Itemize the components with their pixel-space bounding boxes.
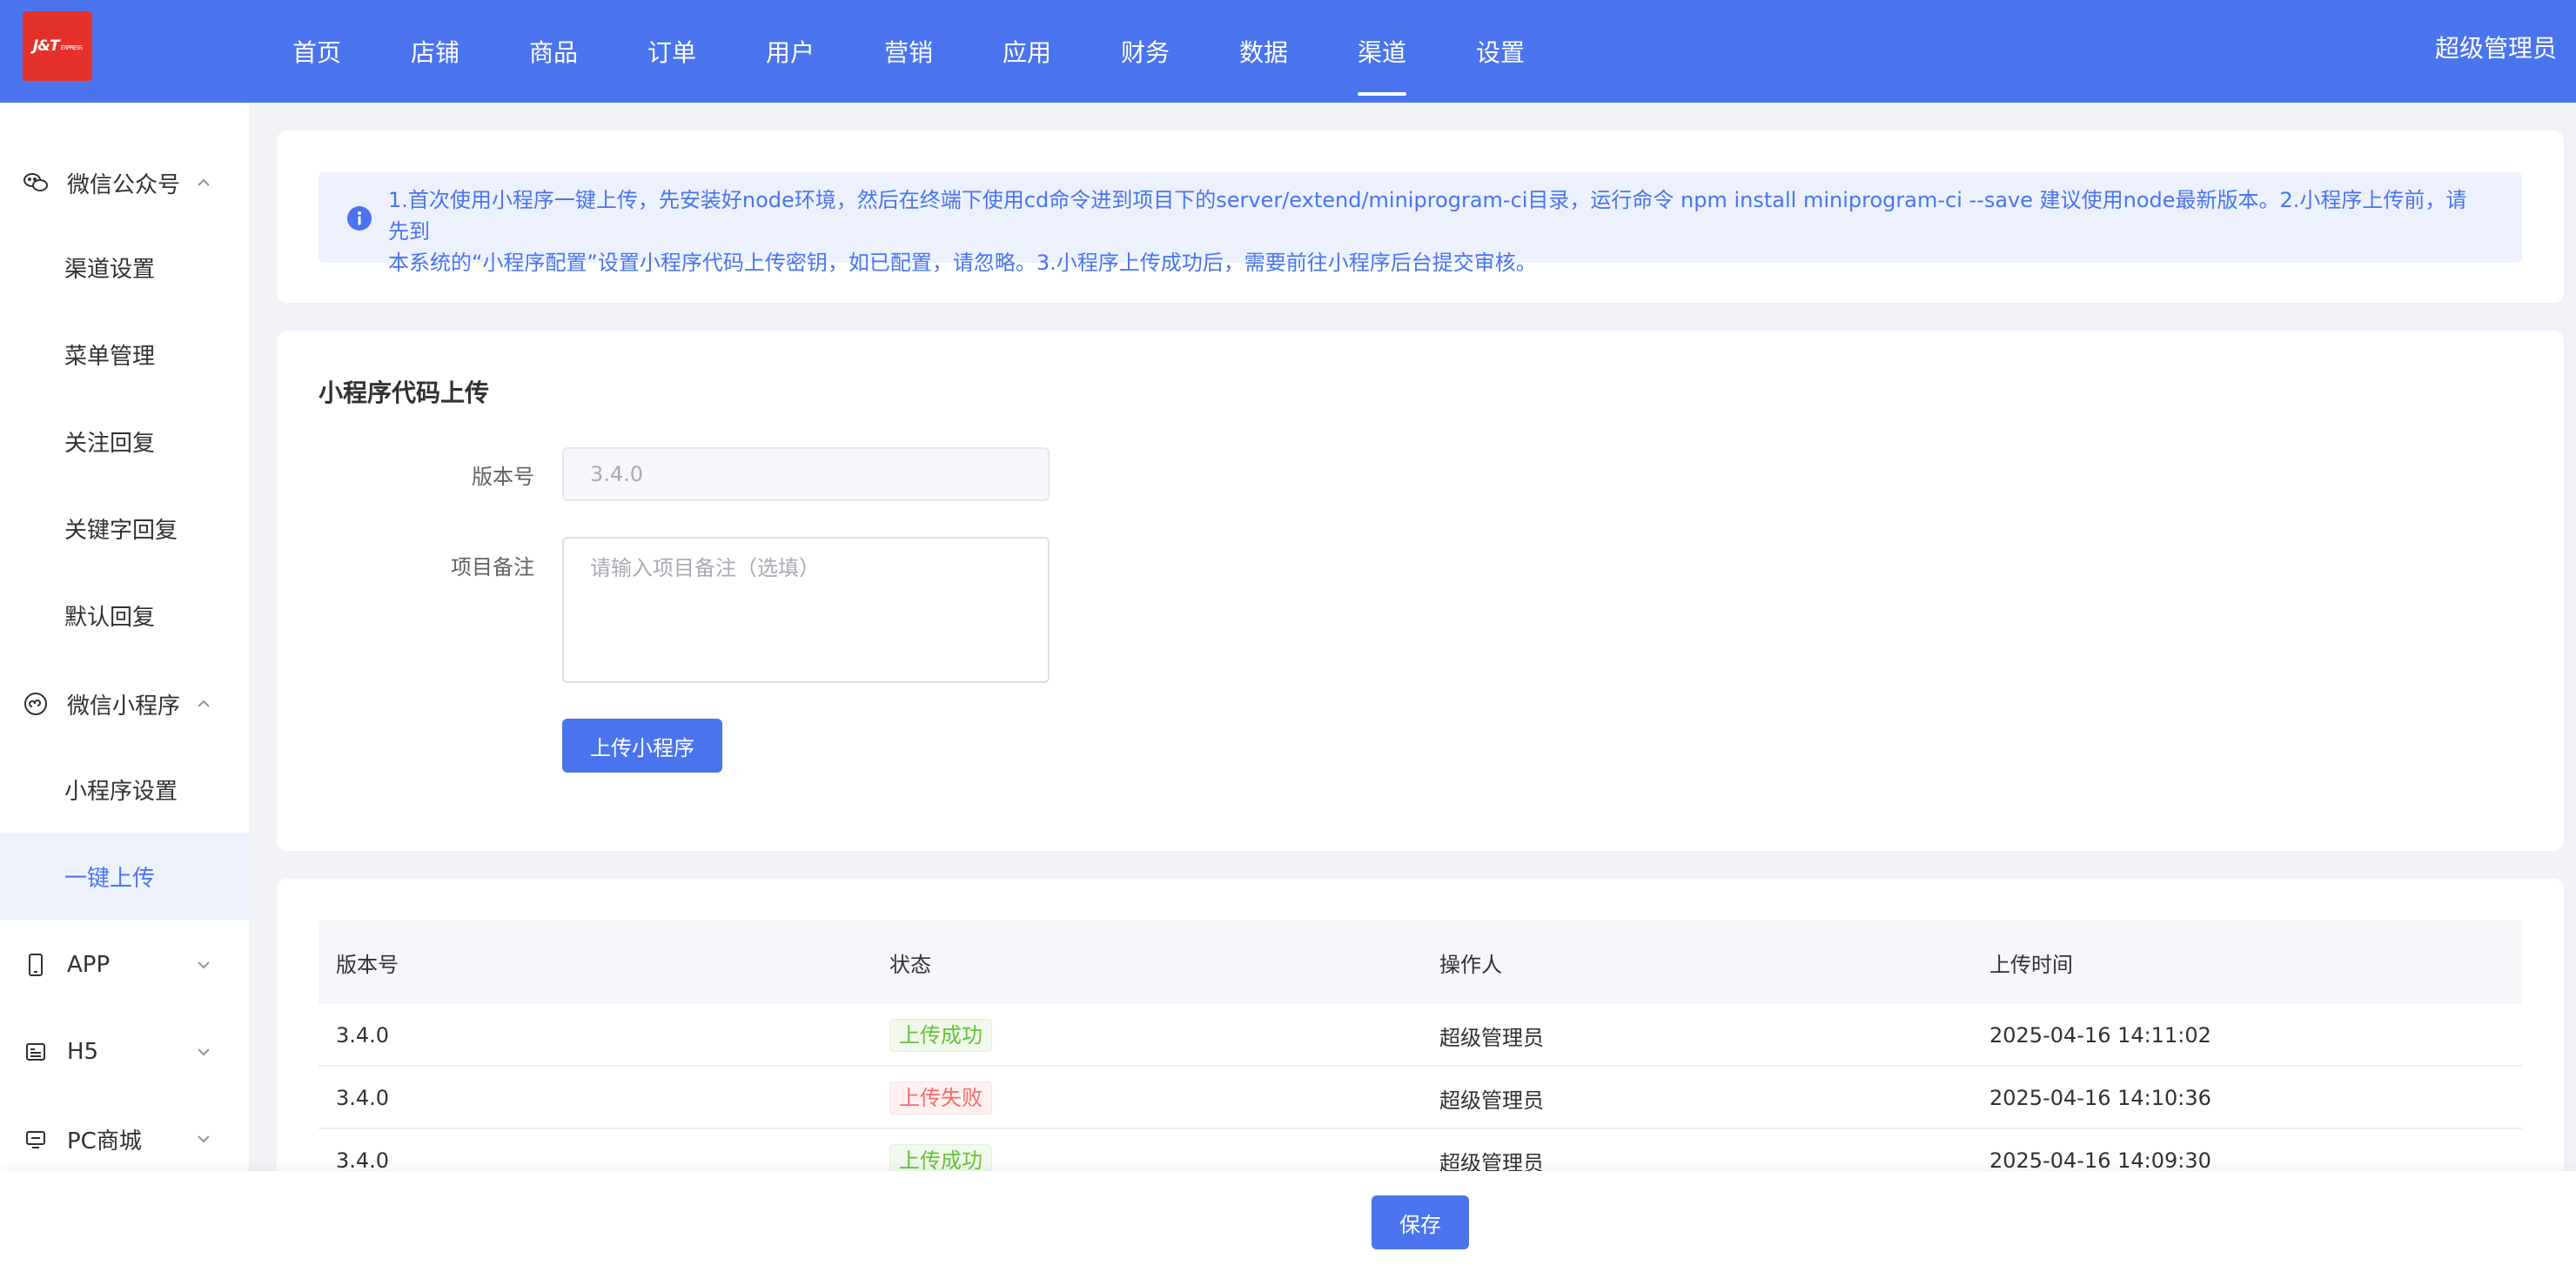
sidebar-group-label: 微信公众号 xyxy=(67,171,181,198)
wechat-icon xyxy=(23,170,49,196)
sidebar-group-wechat-mini[interactable]: 微信小程序 xyxy=(0,660,249,747)
sidebar-group-label: H5 xyxy=(67,1039,99,1065)
sidebar-group-pc[interactable]: PC商城 xyxy=(0,1095,249,1171)
save-button[interactable]: 保存 xyxy=(1372,1195,1469,1249)
info-alert-line: 1.首次使用小程序一键上传，先安装好node环境，然后在终端下使用cd命令进到项… xyxy=(388,188,2467,244)
column-status: 状态 xyxy=(889,952,931,977)
main-nav: 首页 店铺 商品 订单 用户 营销 应用 财务 数据 渠道 设置 xyxy=(258,0,1560,103)
nav-settings[interactable]: 设置 xyxy=(1441,0,1560,103)
nav-products[interactable]: 商品 xyxy=(494,0,613,103)
tablet-icon xyxy=(23,952,49,978)
column-operator: 操作人 xyxy=(1439,952,1502,977)
sidebar-group-label: 微信小程序 xyxy=(67,693,181,720)
info-alert-line: 本系统的“小程序配置”设置小程序代码上传密钥，如已配置，请忽略。3.小程序上传成… xyxy=(388,251,1537,275)
status-badge: 上传成功 xyxy=(889,1019,992,1052)
sidebar-group-label: PC商城 xyxy=(67,1128,142,1155)
monitor-icon xyxy=(23,1126,49,1152)
nav-finance[interactable]: 财务 xyxy=(1086,0,1204,103)
user-menu[interactable]: 超级管理员 xyxy=(2435,0,2557,94)
version-label: 版本号 xyxy=(472,465,534,489)
chevron-up-icon xyxy=(193,693,214,714)
cell-operator: 超级管理员 xyxy=(1439,1088,1544,1113)
nav-apps[interactable]: 应用 xyxy=(968,0,1086,103)
nav-orders[interactable]: 订单 xyxy=(613,0,731,103)
cell-time: 2025-04-16 14:11:02 xyxy=(1989,1023,2211,1048)
remark-label: 项目备注 xyxy=(451,555,534,579)
nav-users[interactable]: 用户 xyxy=(731,0,849,103)
table-row: 3.4.0 上传成功 超级管理员 2025-04-16 14:11:02 xyxy=(319,1004,2522,1067)
info-alert-text: 1.首次使用小程序一键上传，先安装好node环境，然后在终端下使用cd命令进到项… xyxy=(388,184,2477,278)
sidebar-group-h5[interactable]: H5 xyxy=(0,1008,249,1095)
upload-miniprogram-button[interactable]: 上传小程序 xyxy=(562,719,722,773)
chevron-down-icon xyxy=(193,954,214,975)
nav-marketing[interactable]: 营销 xyxy=(849,0,968,103)
sidebar-item-keyword-reply[interactable]: 关键字回复 xyxy=(0,485,249,572)
status-badge: 上传失败 xyxy=(889,1081,992,1115)
h5-icon xyxy=(23,1039,49,1065)
chevron-up-icon xyxy=(193,172,214,193)
logo-subtext: EXPRESS xyxy=(60,44,84,51)
info-icon xyxy=(346,205,372,231)
section-title: 小程序代码上传 xyxy=(319,378,490,407)
table-header: 版本号 状态 操作人 上传时间 xyxy=(319,921,2522,1004)
sidebar-item-mini-settings[interactable]: 小程序设置 xyxy=(0,746,249,833)
column-upload-time: 上传时间 xyxy=(1989,952,2073,977)
chevron-down-icon xyxy=(193,1041,214,1062)
cell-operator: 超级管理员 xyxy=(1439,1025,1544,1050)
sidebar-group-wechat-oa[interactable]: 微信公众号 xyxy=(0,139,249,226)
sidebar-group-label: APP xyxy=(67,952,111,978)
sidebar-item-one-click-upload[interactable]: 一键上传 xyxy=(0,833,249,920)
logo-text: J&T xyxy=(32,37,60,55)
sidebar: 微信公众号 渠道设置 菜单管理 关注回复 关键字回复 默认回复 微信小程序 小程… xyxy=(0,103,249,1171)
remark-textarea[interactable] xyxy=(562,537,1050,683)
cell-version: 3.4.0 xyxy=(336,1023,390,1048)
top-header: J&T EXPRESS 首页 店铺 商品 订单 用户 营销 应用 财务 数据 渠道… xyxy=(0,0,2576,103)
nav-store[interactable]: 店铺 xyxy=(376,0,494,103)
sidebar-item-channel-settings[interactable]: 渠道设置 xyxy=(0,224,249,311)
jt-logo[interactable]: J&T EXPRESS xyxy=(23,11,92,81)
nav-data[interactable]: 数据 xyxy=(1204,0,1323,103)
version-input[interactable]: 3.4.0 xyxy=(562,447,1050,501)
chevron-down-icon xyxy=(193,1128,214,1149)
sidebar-item-menu-management[interactable]: 菜单管理 xyxy=(0,311,249,398)
nav-home[interactable]: 首页 xyxy=(258,0,376,103)
sidebar-item-default-reply[interactable]: 默认回复 xyxy=(0,572,249,659)
info-alert: 1.首次使用小程序一键上传，先安装好node环境，然后在终端下使用cd命令进到项… xyxy=(319,172,2522,275)
cell-time: 2025-04-16 14:10:36 xyxy=(1989,1086,2211,1110)
sidebar-group-app[interactable]: APP xyxy=(0,921,249,1008)
nav-channels[interactable]: 渠道 xyxy=(1323,0,1441,103)
table-row: 3.4.0 上传失败 超级管理员 2025-04-16 14:10:36 xyxy=(319,1067,2522,1129)
column-version: 版本号 xyxy=(336,952,399,977)
cell-version: 3.4.0 xyxy=(336,1086,390,1110)
sidebar-item-follow-reply[interactable]: 关注回复 xyxy=(0,398,249,485)
footer-bar: 保存 xyxy=(0,1171,2576,1272)
miniprogram-icon xyxy=(23,691,49,717)
